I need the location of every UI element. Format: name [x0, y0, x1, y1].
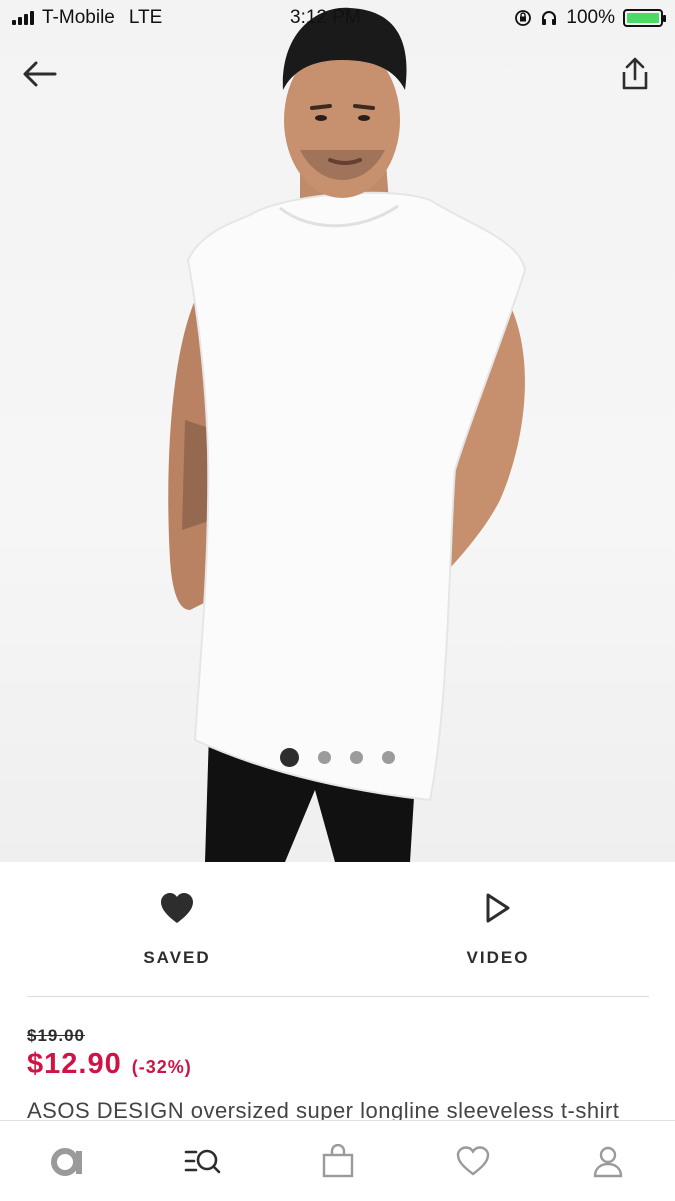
bag-icon — [322, 1144, 353, 1178]
lock-rotation-icon — [515, 10, 532, 26]
gallery-dot[interactable] — [280, 748, 299, 767]
search-icon — [184, 1149, 220, 1174]
divider — [27, 996, 649, 997]
original-price: $19.00 — [27, 1026, 85, 1045]
bottom-tab-bar — [0, 1120, 675, 1201]
gallery-dot[interactable] — [350, 751, 363, 764]
back-button[interactable] — [16, 50, 64, 98]
arrow-left-icon — [23, 61, 57, 87]
tab-search[interactable] — [168, 1131, 238, 1191]
tab-saved[interactable] — [438, 1131, 508, 1191]
saved-label: SAVED — [143, 948, 211, 967]
tab-account[interactable] — [573, 1131, 643, 1191]
headphones-icon — [542, 11, 557, 25]
video-button[interactable]: VIDEO — [398, 892, 598, 968]
video-label: VIDEO — [466, 948, 530, 967]
gallery-pagination[interactable] — [0, 748, 675, 767]
account-icon — [593, 1146, 622, 1178]
tab-bag[interactable] — [303, 1131, 373, 1191]
network-type: LTE — [128, 7, 163, 28]
discount-badge: (-32%) — [131, 1057, 192, 1077]
heart-filled-icon — [161, 893, 193, 923]
status-bar: T-Mobile LTE 3:12 PM 100% — [0, 0, 675, 36]
battery-percent: 100% — [566, 7, 615, 28]
sale-price: $12.90 — [27, 1048, 122, 1080]
sale-price-row: $12.90 (-32%) — [27, 1048, 192, 1081]
product-photo — [168, 7, 527, 862]
home-icon — [50, 1148, 82, 1176]
product-image-gallery[interactable] — [0, 0, 675, 862]
share-icon — [622, 57, 648, 90]
play-outline-icon — [486, 893, 510, 923]
saved-button[interactable]: SAVED — [77, 892, 277, 968]
product-actions: SAVED VIDEO — [0, 862, 675, 996]
share-button[interactable] — [611, 50, 659, 98]
saved-heart-icon — [456, 1146, 489, 1176]
gallery-dot[interactable] — [382, 751, 395, 764]
clock: 3:12 PM — [290, 7, 361, 28]
carrier-name: T-Mobile — [42, 7, 115, 28]
signal-icon — [12, 11, 34, 25]
gallery-dot[interactable] — [318, 751, 331, 764]
tab-home[interactable] — [33, 1131, 103, 1191]
battery-charging-icon — [623, 9, 666, 27]
